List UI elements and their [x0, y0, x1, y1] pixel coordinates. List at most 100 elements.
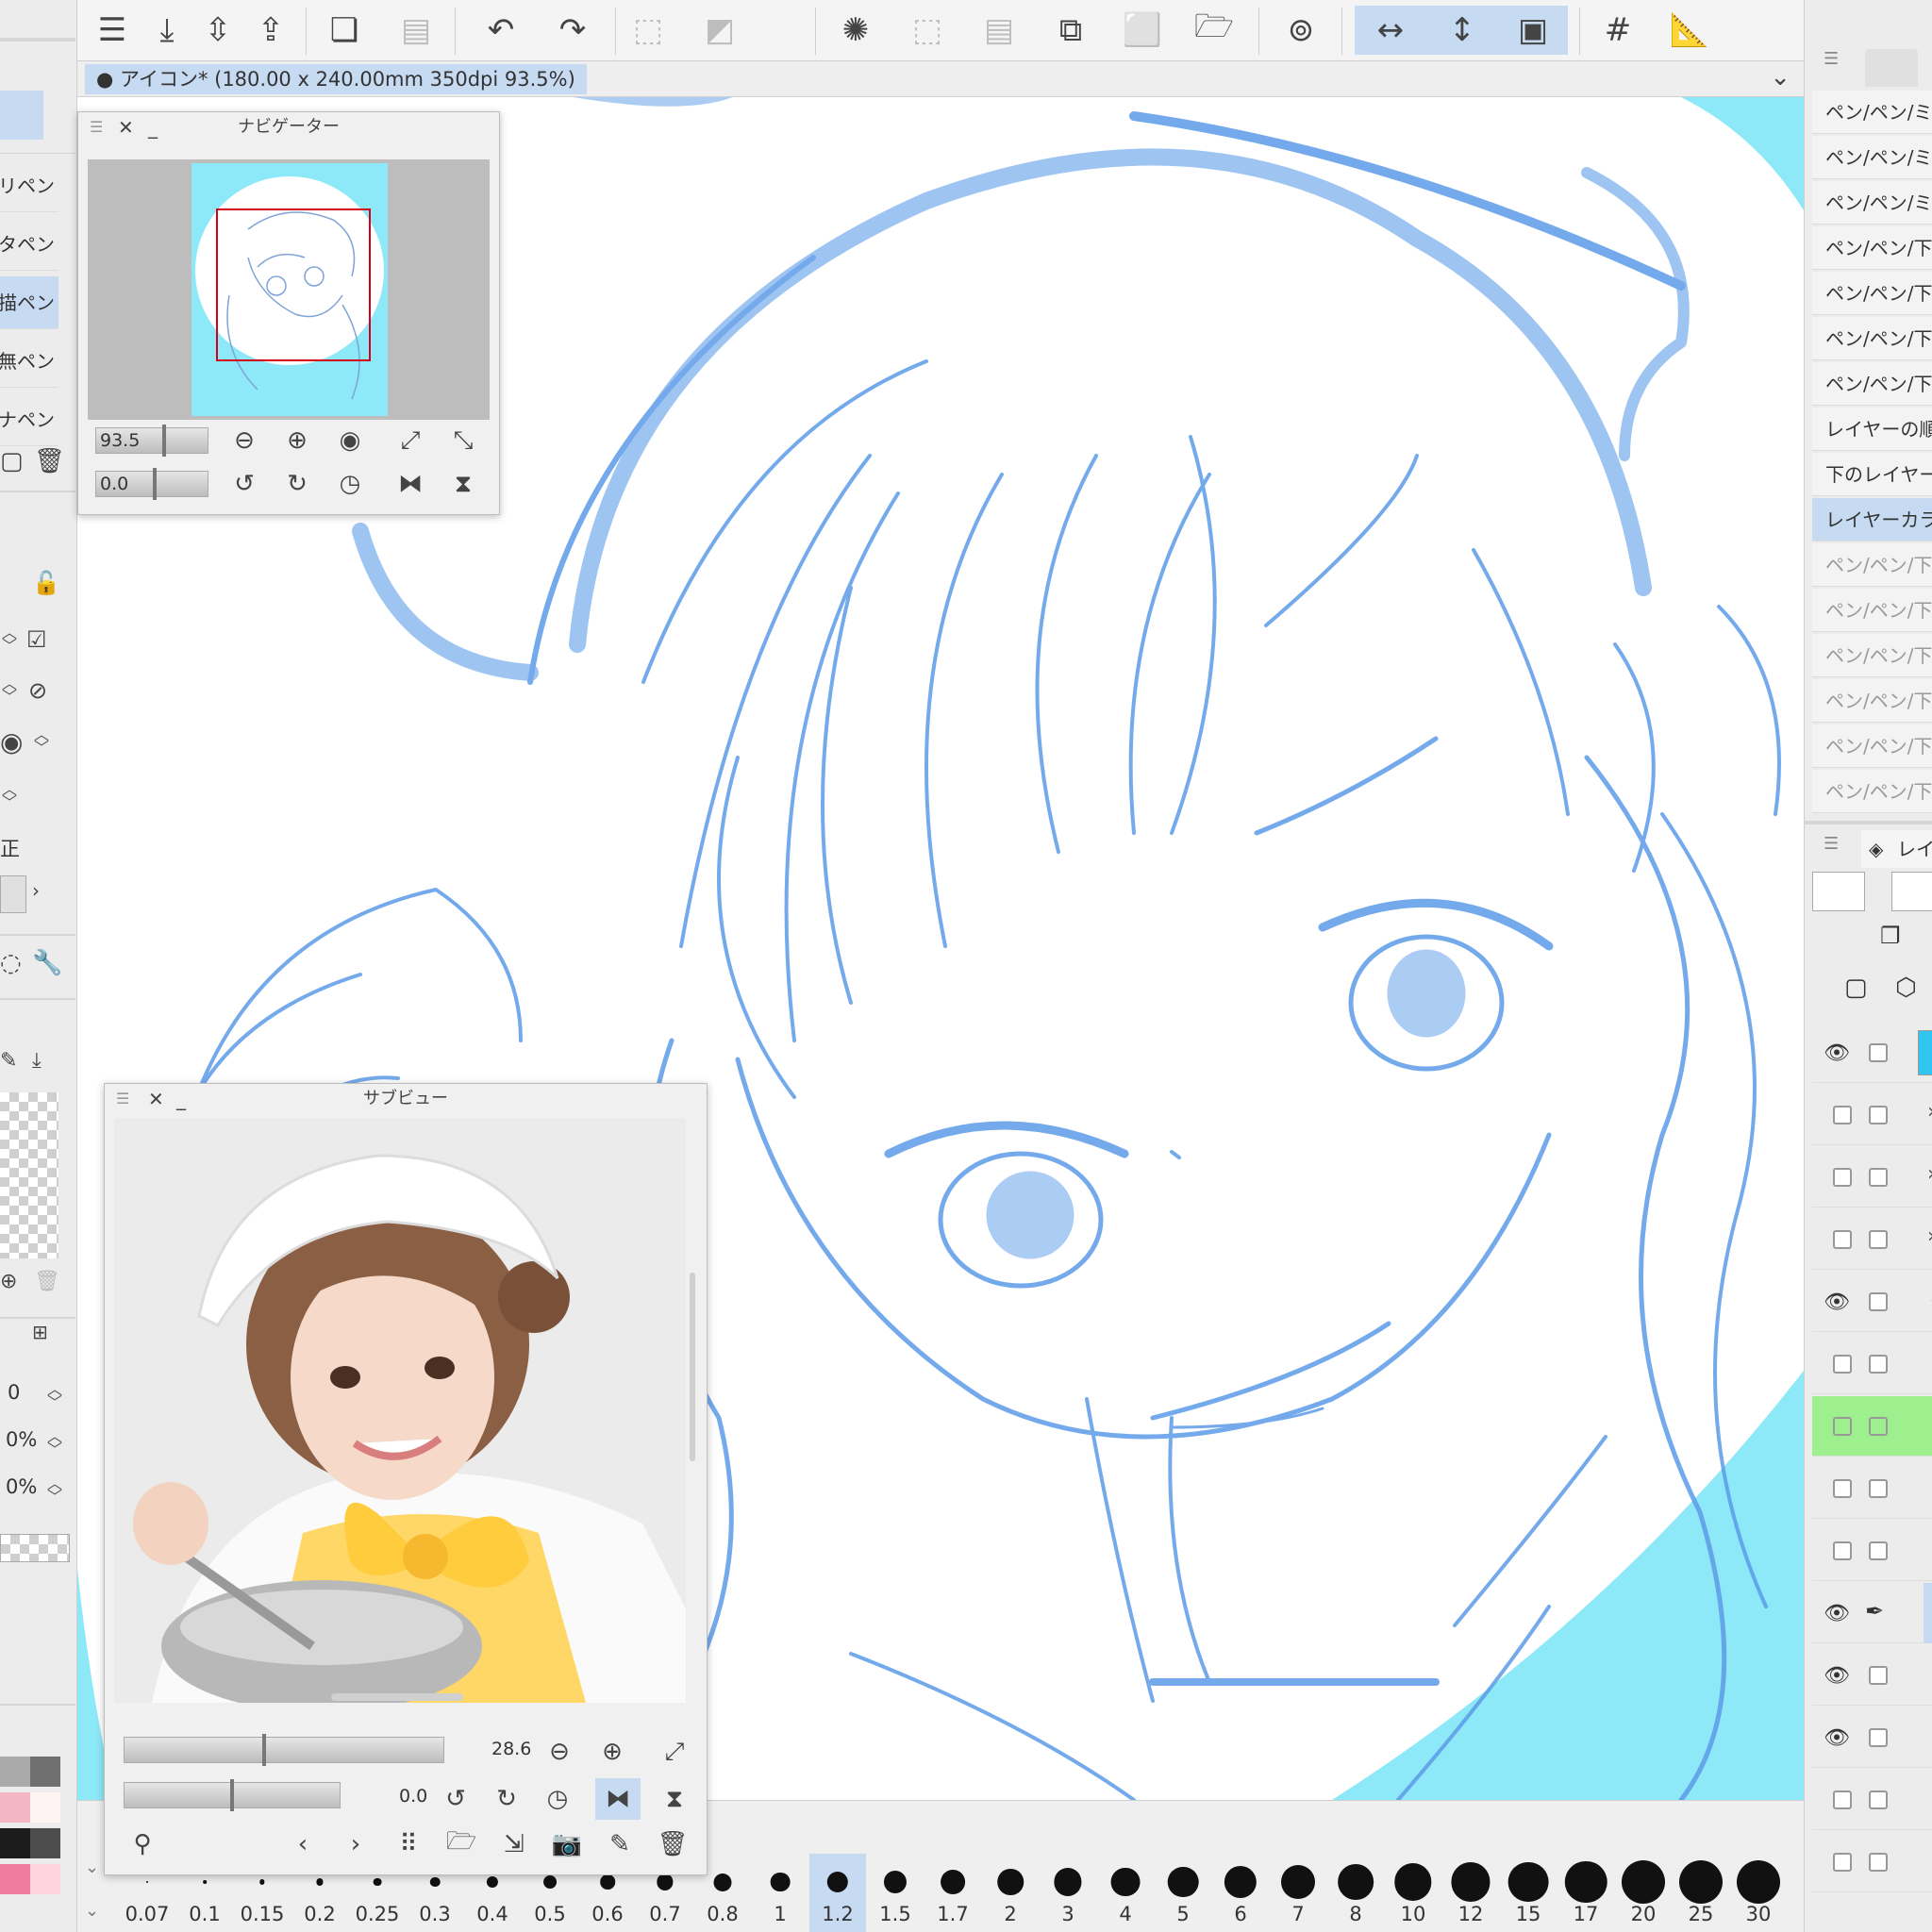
- history-item[interactable]: ペン/ペン/ミ: [1812, 136, 1932, 179]
- eye-icon[interactable]: 👁: [1822, 1598, 1852, 1628]
- fit-icon[interactable]: ⤢: [391, 422, 429, 459]
- brush-item[interactable]: ナペン: [0, 393, 58, 446]
- history-item[interactable]: ペン/ペン/ミ: [1812, 91, 1932, 134]
- menu-icon[interactable]: ☰: [85, 6, 140, 55]
- layer-row[interactable]: [1812, 1458, 1932, 1519]
- ruler-icon[interactable]: 📐: [1662, 6, 1717, 55]
- history-item[interactable]: ペン/ペン/下: [1812, 543, 1932, 587]
- lock-checkbox[interactable]: [1869, 1790, 1888, 1809]
- duplicate-icon[interactable]: ⧉: [1043, 6, 1098, 55]
- history-item[interactable]: 下のレイヤー: [1812, 453, 1932, 496]
- edit-icon[interactable]: ✎: [601, 1825, 639, 1863]
- lock-checkbox[interactable]: [1869, 1479, 1888, 1498]
- history-item[interactable]: ペン/ペン/下: [1812, 634, 1932, 677]
- previous-icon[interactable]: ‹: [284, 1825, 322, 1863]
- layer-row[interactable]: 👁: [1812, 1023, 1932, 1083]
- brush-size-option[interactable]: 15: [1500, 1854, 1557, 1932]
- visibility-checkbox[interactable]: [1833, 1541, 1852, 1560]
- flip-horizontal-icon[interactable]: ⧓: [391, 465, 429, 503]
- reset-rotation-icon[interactable]: ◷: [331, 465, 369, 503]
- settings-icon[interactable]: ◌: [0, 949, 22, 977]
- zoom-in-icon[interactable]: ⊕: [278, 422, 316, 459]
- lock-icon[interactable]: 🔓: [32, 570, 60, 596]
- grid-icon[interactable]: #: [1591, 6, 1645, 55]
- eye-icon[interactable]: 👁: [1822, 1038, 1852, 1068]
- fit-icon[interactable]: ⤢: [656, 1733, 693, 1771]
- next-icon[interactable]: ›: [337, 1825, 375, 1863]
- lock-checkbox[interactable]: [1869, 1355, 1888, 1374]
- trash-icon[interactable]: 🗑: [34, 1270, 60, 1293]
- document-tab[interactable]: ● アイコン* (180.00 x 240.00mm 350dpi 93.5%): [85, 64, 587, 94]
- trash-icon[interactable]: 🗑: [34, 447, 65, 475]
- rotation-slider[interactable]: 0.0: [95, 468, 208, 500]
- redo-icon[interactable]: ↷: [545, 6, 600, 55]
- sort-icon[interactable]: ⇳: [191, 6, 245, 55]
- eye-icon[interactable]: 👁: [1822, 1660, 1852, 1690]
- visibility-checkbox[interactable]: [1833, 1479, 1852, 1498]
- brush-item[interactable]: リペン: [0, 159, 58, 212]
- flip-horizontal-icon[interactable]: ↔: [1355, 6, 1426, 55]
- new-brush-icon[interactable]: ▢: [0, 447, 24, 475]
- color-swatch[interactable]: [0, 1792, 30, 1823]
- brush-size-option[interactable]: 10: [1385, 1854, 1441, 1932]
- eye-icon[interactable]: 👁: [1822, 1287, 1852, 1317]
- navigator-view-frame[interactable]: [216, 208, 371, 361]
- layer-row-highlighted[interactable]: [1812, 1396, 1932, 1457]
- node-icon[interactable]: ⊞: [32, 1321, 48, 1343]
- no-entry-icon[interactable]: ⊘: [28, 677, 47, 704]
- grid-view-icon[interactable]: ⠿: [390, 1825, 427, 1863]
- history-item[interactable]: ペン/ペン/下: [1812, 724, 1932, 768]
- wrench-icon[interactable]: 🔧: [32, 949, 62, 977]
- stepper-icon[interactable]: ︿ ﹀: [47, 1429, 62, 1457]
- blend-mode-select[interactable]: [1812, 872, 1865, 911]
- brush-size-option[interactable]: 1: [752, 1854, 808, 1932]
- lock-checkbox[interactable]: [1869, 1728, 1888, 1747]
- lock-checkbox[interactable]: [1869, 1292, 1888, 1311]
- chevron-down-icon[interactable]: ⌄: [1770, 63, 1790, 92]
- layers-tab[interactable]: ◈ レイ: [1861, 830, 1932, 868]
- export-icon[interactable]: ⇪: [243, 6, 298, 55]
- transform-icon[interactable]: ⬜: [1115, 6, 1170, 55]
- paste-icon[interactable]: ▤: [389, 6, 443, 55]
- rotate-right-icon[interactable]: ↻: [278, 465, 316, 503]
- history-item[interactable]: ペン/ペン/下: [1812, 679, 1932, 723]
- trash-icon[interactable]: 🗑: [654, 1825, 691, 1863]
- rotate-left-icon[interactable]: ↺: [437, 1780, 475, 1818]
- flip-vertical-icon[interactable]: ⧗: [656, 1780, 693, 1818]
- layer-row[interactable]: [1812, 1334, 1932, 1394]
- color-swatch[interactable]: [0, 1757, 30, 1787]
- brush-item[interactable]: 無ペン: [0, 335, 58, 388]
- brush-icon[interactable]: ✎: [0, 1049, 17, 1073]
- history-item[interactable]: レイヤーの順: [1812, 408, 1932, 451]
- chevron-right-icon[interactable]: ›: [1927, 1162, 1932, 1186]
- brush-size-option[interactable]: 3: [1040, 1854, 1096, 1932]
- download-icon[interactable]: ⤓: [32, 1049, 42, 1073]
- rotate-right-icon[interactable]: ↻: [488, 1780, 525, 1818]
- fill-icon[interactable]: ⤡: [444, 422, 482, 459]
- stepper-icon[interactable]: ︿ ﹀: [47, 1476, 62, 1505]
- visibility-checkbox[interactable]: [1833, 1168, 1852, 1187]
- open-folder-icon[interactable]: 🗁: [442, 1825, 480, 1863]
- brush-size-option[interactable]: 8: [1327, 1854, 1384, 1932]
- history-item-selected[interactable]: レイヤーカラ: [1812, 498, 1932, 541]
- layer-row[interactable]: 👁 ⌄: [1812, 1272, 1932, 1332]
- panel-menu-icon[interactable]: ☰: [1824, 834, 1839, 854]
- brush-size-option[interactable]: 17: [1557, 1854, 1614, 1932]
- chevron-down-icon[interactable]: ⌄: [85, 1901, 99, 1921]
- rotate-left-icon[interactable]: ↺: [225, 465, 263, 503]
- visibility-checkbox[interactable]: [1833, 1790, 1852, 1809]
- lock-checkbox[interactable]: [1869, 1666, 1888, 1685]
- chevron-right-icon[interactable]: ›: [1927, 1224, 1932, 1248]
- visibility-checkbox[interactable]: [1833, 1417, 1852, 1436]
- flip-vertical-icon[interactable]: ↕: [1426, 6, 1498, 55]
- visibility-checkbox[interactable]: [1833, 1853, 1852, 1872]
- layer-row[interactable]: [1812, 1832, 1932, 1892]
- brush-size-option[interactable]: 5: [1155, 1854, 1211, 1932]
- deselect-icon[interactable]: ▤: [972, 6, 1026, 55]
- stepper-icon[interactable]: ︿ ﹀: [2, 625, 17, 654]
- visibility-checkbox[interactable]: [1833, 1230, 1852, 1249]
- history-item[interactable]: ペン/ペン/下: [1812, 589, 1932, 632]
- lock-checkbox[interactable]: [1869, 1541, 1888, 1560]
- select-all-icon[interactable]: ⬚: [900, 6, 955, 55]
- lock-checkbox[interactable]: [1869, 1230, 1888, 1249]
